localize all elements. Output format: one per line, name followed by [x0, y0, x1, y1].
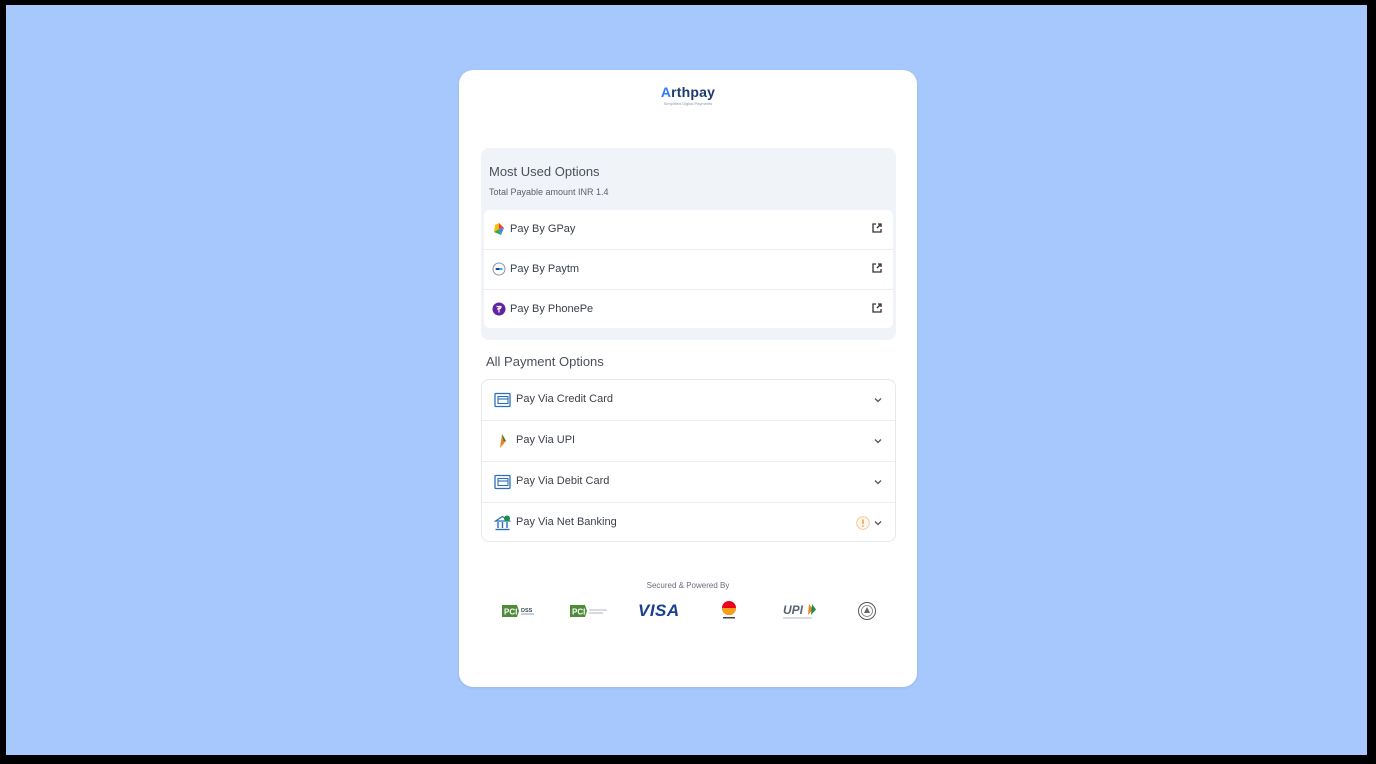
page-background: Arthpay Simplified Digital Payments Most…	[6, 5, 1367, 755]
external-link-icon[interactable]	[871, 302, 883, 314]
brand-tagline: Simplified Digital Payments	[663, 101, 713, 106]
most-used-title: Most Used Options	[489, 164, 600, 179]
pci-compliant-logo: PCI	[569, 596, 609, 626]
upi-logo: UPI	[782, 596, 820, 626]
pay-by-phonepe-option[interactable]: Pay By PhonePe	[484, 290, 893, 329]
upi-icon	[500, 434, 506, 448]
warning-icon	[856, 516, 870, 530]
upi-badge-icon: UPI	[783, 603, 816, 619]
most-used-list: Pay By GPay Pay By Paytm Pay By PhonePe	[484, 210, 893, 328]
pci-compliant-badge-icon: PCI	[570, 605, 607, 617]
chevron-down-icon[interactable]	[873, 395, 883, 405]
svg-text:PCI: PCI	[572, 608, 585, 617]
all-payment-options-list: Pay Via Credit Card Pay Via UPI Pay Via …	[481, 379, 896, 542]
paytm-icon	[492, 262, 506, 276]
pay-by-paytm-option[interactable]: Pay By Paytm	[484, 250, 893, 290]
chevron-down-icon[interactable]	[873, 477, 883, 487]
payment-card: Arthpay Simplified Digital Payments Most…	[459, 70, 917, 687]
chevron-down-icon[interactable]	[873, 436, 883, 446]
security-badges: PCI DSS PCI VISA UPI	[495, 596, 885, 626]
debit-card-icon	[494, 474, 511, 490]
svg-text:PCI: PCI	[504, 608, 517, 617]
paytm-label: Pay By Paytm	[510, 263, 580, 275]
gpay-label: Pay By GPay	[510, 223, 576, 235]
chevron-down-icon[interactable]	[873, 518, 883, 528]
bank-icon	[494, 515, 511, 531]
rbi-emblem-logo	[857, 596, 877, 626]
pay-via-credit-card-option[interactable]: Pay Via Credit Card	[482, 380, 895, 421]
pay-via-debit-card-option[interactable]: Pay Via Debit Card	[482, 462, 895, 503]
pci-dss-badge-icon: PCI DSS	[502, 605, 534, 617]
upi-label: Pay Via UPI	[516, 434, 576, 446]
credit-card-label: Pay Via Credit Card	[516, 393, 614, 405]
svg-text:UPI: UPI	[783, 603, 804, 617]
pay-by-gpay-option[interactable]: Pay By GPay	[484, 210, 893, 250]
arthpay-logo: Arthpay Simplified Digital Payments	[459, 84, 917, 106]
credit-card-icon	[494, 392, 511, 408]
visa-text: VISA	[638, 601, 680, 620]
mastercard-icon	[722, 601, 736, 619]
most-used-panel: Most Used Options Total Payable amount I…	[481, 148, 896, 340]
total-payable-amount: Total Payable amount INR 1.4	[489, 187, 609, 197]
pay-via-upi-option[interactable]: Pay Via UPI	[482, 421, 895, 462]
external-link-icon[interactable]	[871, 262, 883, 274]
phonepe-label: Pay By PhonePe	[510, 303, 594, 315]
visa-logo: VISA	[638, 596, 680, 626]
phonepe-icon	[492, 302, 506, 316]
brand-name: Arthpay	[660, 84, 716, 100]
secured-powered-by-text: Secured & Powered By	[646, 581, 730, 590]
pci-dss-logo: PCI DSS	[501, 596, 537, 626]
rbi-seal-icon	[858, 602, 876, 620]
external-link-icon[interactable]	[871, 222, 883, 234]
debit-card-label: Pay Via Debit Card	[516, 475, 610, 487]
all-payment-options-title: All Payment Options	[486, 354, 604, 369]
svg-text:DSS: DSS	[521, 608, 533, 614]
pay-via-net-banking-option[interactable]: Pay Via Net Banking	[482, 503, 895, 543]
mastercard-logo	[717, 596, 741, 626]
net-banking-label: Pay Via Net Banking	[516, 516, 617, 528]
gpay-icon	[494, 223, 504, 235]
